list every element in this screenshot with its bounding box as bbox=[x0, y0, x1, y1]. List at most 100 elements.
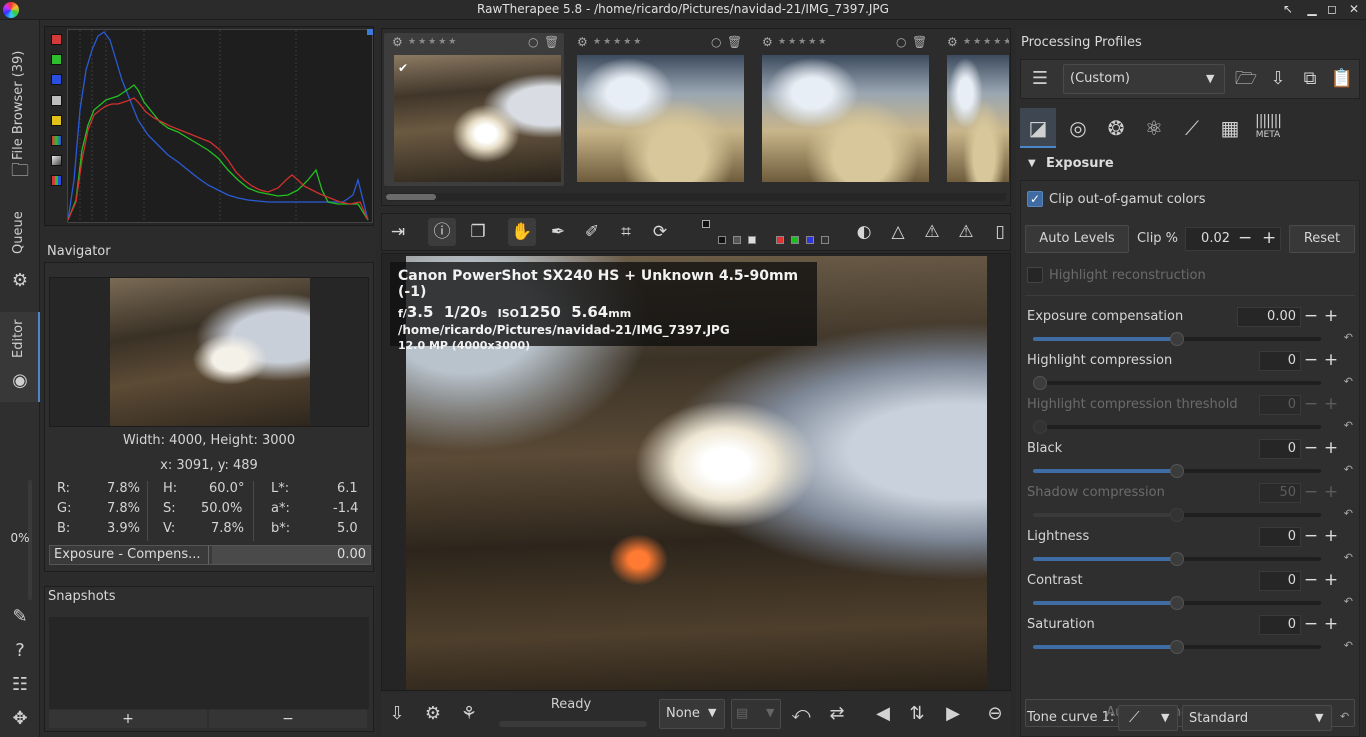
snapshot-icon[interactable]: ▯ bbox=[986, 218, 1014, 246]
thumb-reject-icon[interactable]: ○ bbox=[711, 35, 721, 49]
preview-channel-blue[interactable] bbox=[806, 236, 814, 244]
clip-percent-spinner[interactable]: 0.02 − + bbox=[1185, 227, 1281, 251]
filmstrip-scrollbar[interactable] bbox=[386, 193, 1006, 201]
histogram-bar-toggle[interactable] bbox=[51, 155, 62, 166]
param-value[interactable]: 0 bbox=[1259, 395, 1301, 415]
param-spinner[interactable]: 0− + bbox=[1259, 350, 1339, 371]
param-spinner[interactable]: 0− + bbox=[1259, 438, 1338, 459]
param-slider[interactable] bbox=[1033, 376, 1321, 390]
reset-curve-icon[interactable]: ↶ bbox=[1340, 710, 1349, 723]
flip-icon[interactable]: ⇄ bbox=[823, 701, 851, 727]
slider-handle[interactable] bbox=[1170, 508, 1184, 522]
param-slider[interactable] bbox=[1033, 640, 1321, 654]
profile-list-icon[interactable]: ☰ bbox=[1027, 66, 1053, 92]
slider-handle[interactable] bbox=[1033, 376, 1047, 390]
filmstrip-thumb[interactable]: ⚙ ★★★★★ ○ 🗑 ✔ bbox=[384, 33, 564, 186]
param-slider[interactable] bbox=[1033, 464, 1321, 478]
histogram-raw-toggle[interactable] bbox=[51, 135, 62, 146]
slider-handle[interactable] bbox=[1170, 464, 1184, 478]
preview-channel-white[interactable] bbox=[748, 236, 756, 244]
param-spinner[interactable]: 0− + bbox=[1259, 570, 1339, 591]
preview-channel-grey[interactable] bbox=[733, 236, 741, 244]
minus-icon[interactable]: − bbox=[1238, 228, 1252, 248]
param-value[interactable]: 0 bbox=[1259, 351, 1301, 371]
thumb-trash-icon[interactable]: 🗑 bbox=[912, 35, 927, 49]
reset-param-icon[interactable]: ↶ bbox=[1344, 639, 1353, 652]
plus-icon[interactable]: + bbox=[1323, 350, 1339, 370]
param-slider[interactable] bbox=[1033, 596, 1321, 610]
menu-restore-icon[interactable]: ↖ bbox=[1280, 1, 1296, 17]
preset-combo[interactable]: None ▼ bbox=[659, 699, 725, 729]
tab-meta[interactable]: ||||||| META bbox=[1250, 108, 1286, 148]
minus-icon[interactable]: − bbox=[1303, 526, 1319, 546]
reset-param-icon[interactable]: ↶ bbox=[1344, 419, 1353, 432]
tab-queue[interactable]: Queue bbox=[0, 200, 40, 260]
param-spinner[interactable]: 50− + bbox=[1259, 482, 1339, 503]
external-editor-icon[interactable]: ⚘ bbox=[455, 701, 483, 727]
remove-snapshot-button[interactable]: − bbox=[209, 710, 367, 728]
reset-param-icon[interactable]: ↶ bbox=[1344, 507, 1353, 520]
paste-profile-icon[interactable]: 📋 bbox=[1329, 66, 1355, 92]
param-slider[interactable] bbox=[1033, 332, 1321, 346]
shadow-clip-icon[interactable]: △ bbox=[884, 218, 912, 246]
preview-bg-toggle[interactable] bbox=[702, 220, 710, 228]
thumb-rating[interactable]: ★★★★★ bbox=[778, 37, 828, 47]
param-value[interactable]: 0 bbox=[1259, 571, 1301, 591]
param-spinner[interactable]: 0− + bbox=[1259, 614, 1338, 635]
histogram-mode-toggle[interactable] bbox=[51, 175, 62, 186]
tab-exposure[interactable]: ◪ bbox=[1020, 108, 1056, 148]
histogram-green-toggle[interactable] bbox=[51, 54, 62, 65]
save-profile-icon[interactable]: ⇩ bbox=[1265, 66, 1291, 92]
param-value[interactable]: 0 bbox=[1259, 439, 1301, 459]
curve-type-combo[interactable]: ▤ ▼ bbox=[731, 699, 781, 729]
snapshots-list[interactable] bbox=[49, 617, 369, 709]
folder-icon[interactable]: 🗀 bbox=[8, 160, 32, 182]
filmstrip-thumb[interactable]: ⚙ ★★★★★ ○ 🗑 bbox=[754, 33, 934, 186]
param-slider[interactable] bbox=[1033, 508, 1321, 522]
minus-icon[interactable]: − bbox=[1303, 306, 1319, 326]
highlight-clip-warning-icon[interactable]: ⚠ bbox=[918, 218, 946, 246]
thumb-trash-icon[interactable]: 🗑 bbox=[544, 35, 559, 49]
tab-transform[interactable]: ⟋ bbox=[1174, 108, 1210, 148]
reset-button[interactable]: Reset bbox=[1289, 225, 1355, 253]
slider-handle[interactable] bbox=[1170, 596, 1184, 610]
help-icon[interactable]: ? bbox=[8, 640, 32, 662]
add-snapshot-button[interactable]: + bbox=[49, 710, 207, 728]
tone-curve-type-combo[interactable]: ⟋ ▼ bbox=[1118, 705, 1178, 731]
plus-icon[interactable]: + bbox=[1323, 306, 1339, 326]
slider-handle[interactable] bbox=[1170, 552, 1184, 566]
info-icon[interactable]: ⓘ bbox=[428, 218, 456, 246]
queue-gear-icon[interactable]: ⚙ bbox=[419, 701, 447, 727]
slider-handle[interactable] bbox=[1170, 332, 1184, 346]
reset-param-icon[interactable]: ↶ bbox=[1344, 331, 1353, 344]
thumb-rating[interactable]: ★★★★★ bbox=[593, 37, 643, 47]
rotate-left-icon[interactable]: ⤺ bbox=[787, 701, 815, 727]
tab-advanced[interactable]: ⚛ bbox=[1136, 108, 1172, 148]
previous-image-icon[interactable]: ◀ bbox=[869, 701, 897, 727]
open-profile-icon[interactable]: 🗁 bbox=[1233, 66, 1259, 92]
reset-param-icon[interactable]: ↶ bbox=[1344, 595, 1353, 608]
hand-tool-icon[interactable]: ✋ bbox=[508, 218, 536, 246]
plus-icon[interactable]: + bbox=[1323, 482, 1339, 502]
thumb-reject-icon[interactable]: ○ bbox=[896, 35, 906, 49]
tab-raw[interactable]: ▦ bbox=[1212, 108, 1248, 148]
thumb-rating[interactable]: ★★★★★ bbox=[963, 37, 1009, 47]
crop-icon[interactable]: ⌗ bbox=[612, 218, 640, 246]
preview-channel-luminance[interactable] bbox=[821, 236, 829, 244]
preview-channel-black[interactable] bbox=[718, 236, 726, 244]
scrollbar-thumb[interactable] bbox=[386, 194, 436, 200]
reset-param-icon[interactable]: ↶ bbox=[1344, 551, 1353, 564]
preview-channel-green[interactable] bbox=[791, 236, 799, 244]
slider-handle[interactable] bbox=[1033, 420, 1047, 434]
shadow-clip-warning-icon[interactable]: ⚠ bbox=[952, 218, 980, 246]
plus-icon[interactable]: + bbox=[1323, 570, 1339, 590]
slider-handle[interactable] bbox=[1170, 640, 1184, 654]
maximize-button[interactable]: ◻ bbox=[1324, 1, 1340, 17]
exposure-header[interactable]: ▼ Exposure bbox=[1020, 155, 1360, 177]
send-to-editor-icon[interactable]: ✎ bbox=[8, 606, 32, 628]
color-picker-icon[interactable]: ✐ bbox=[578, 218, 606, 246]
filmstrip-thumb[interactable]: ⚙ ★★★★★ ○ 🗑 bbox=[569, 33, 749, 186]
sync-icon[interactable]: ⇅ bbox=[903, 701, 931, 727]
preferences-icon[interactable]: ☷ bbox=[8, 674, 32, 696]
tab-details[interactable]: ◎ bbox=[1060, 108, 1096, 148]
